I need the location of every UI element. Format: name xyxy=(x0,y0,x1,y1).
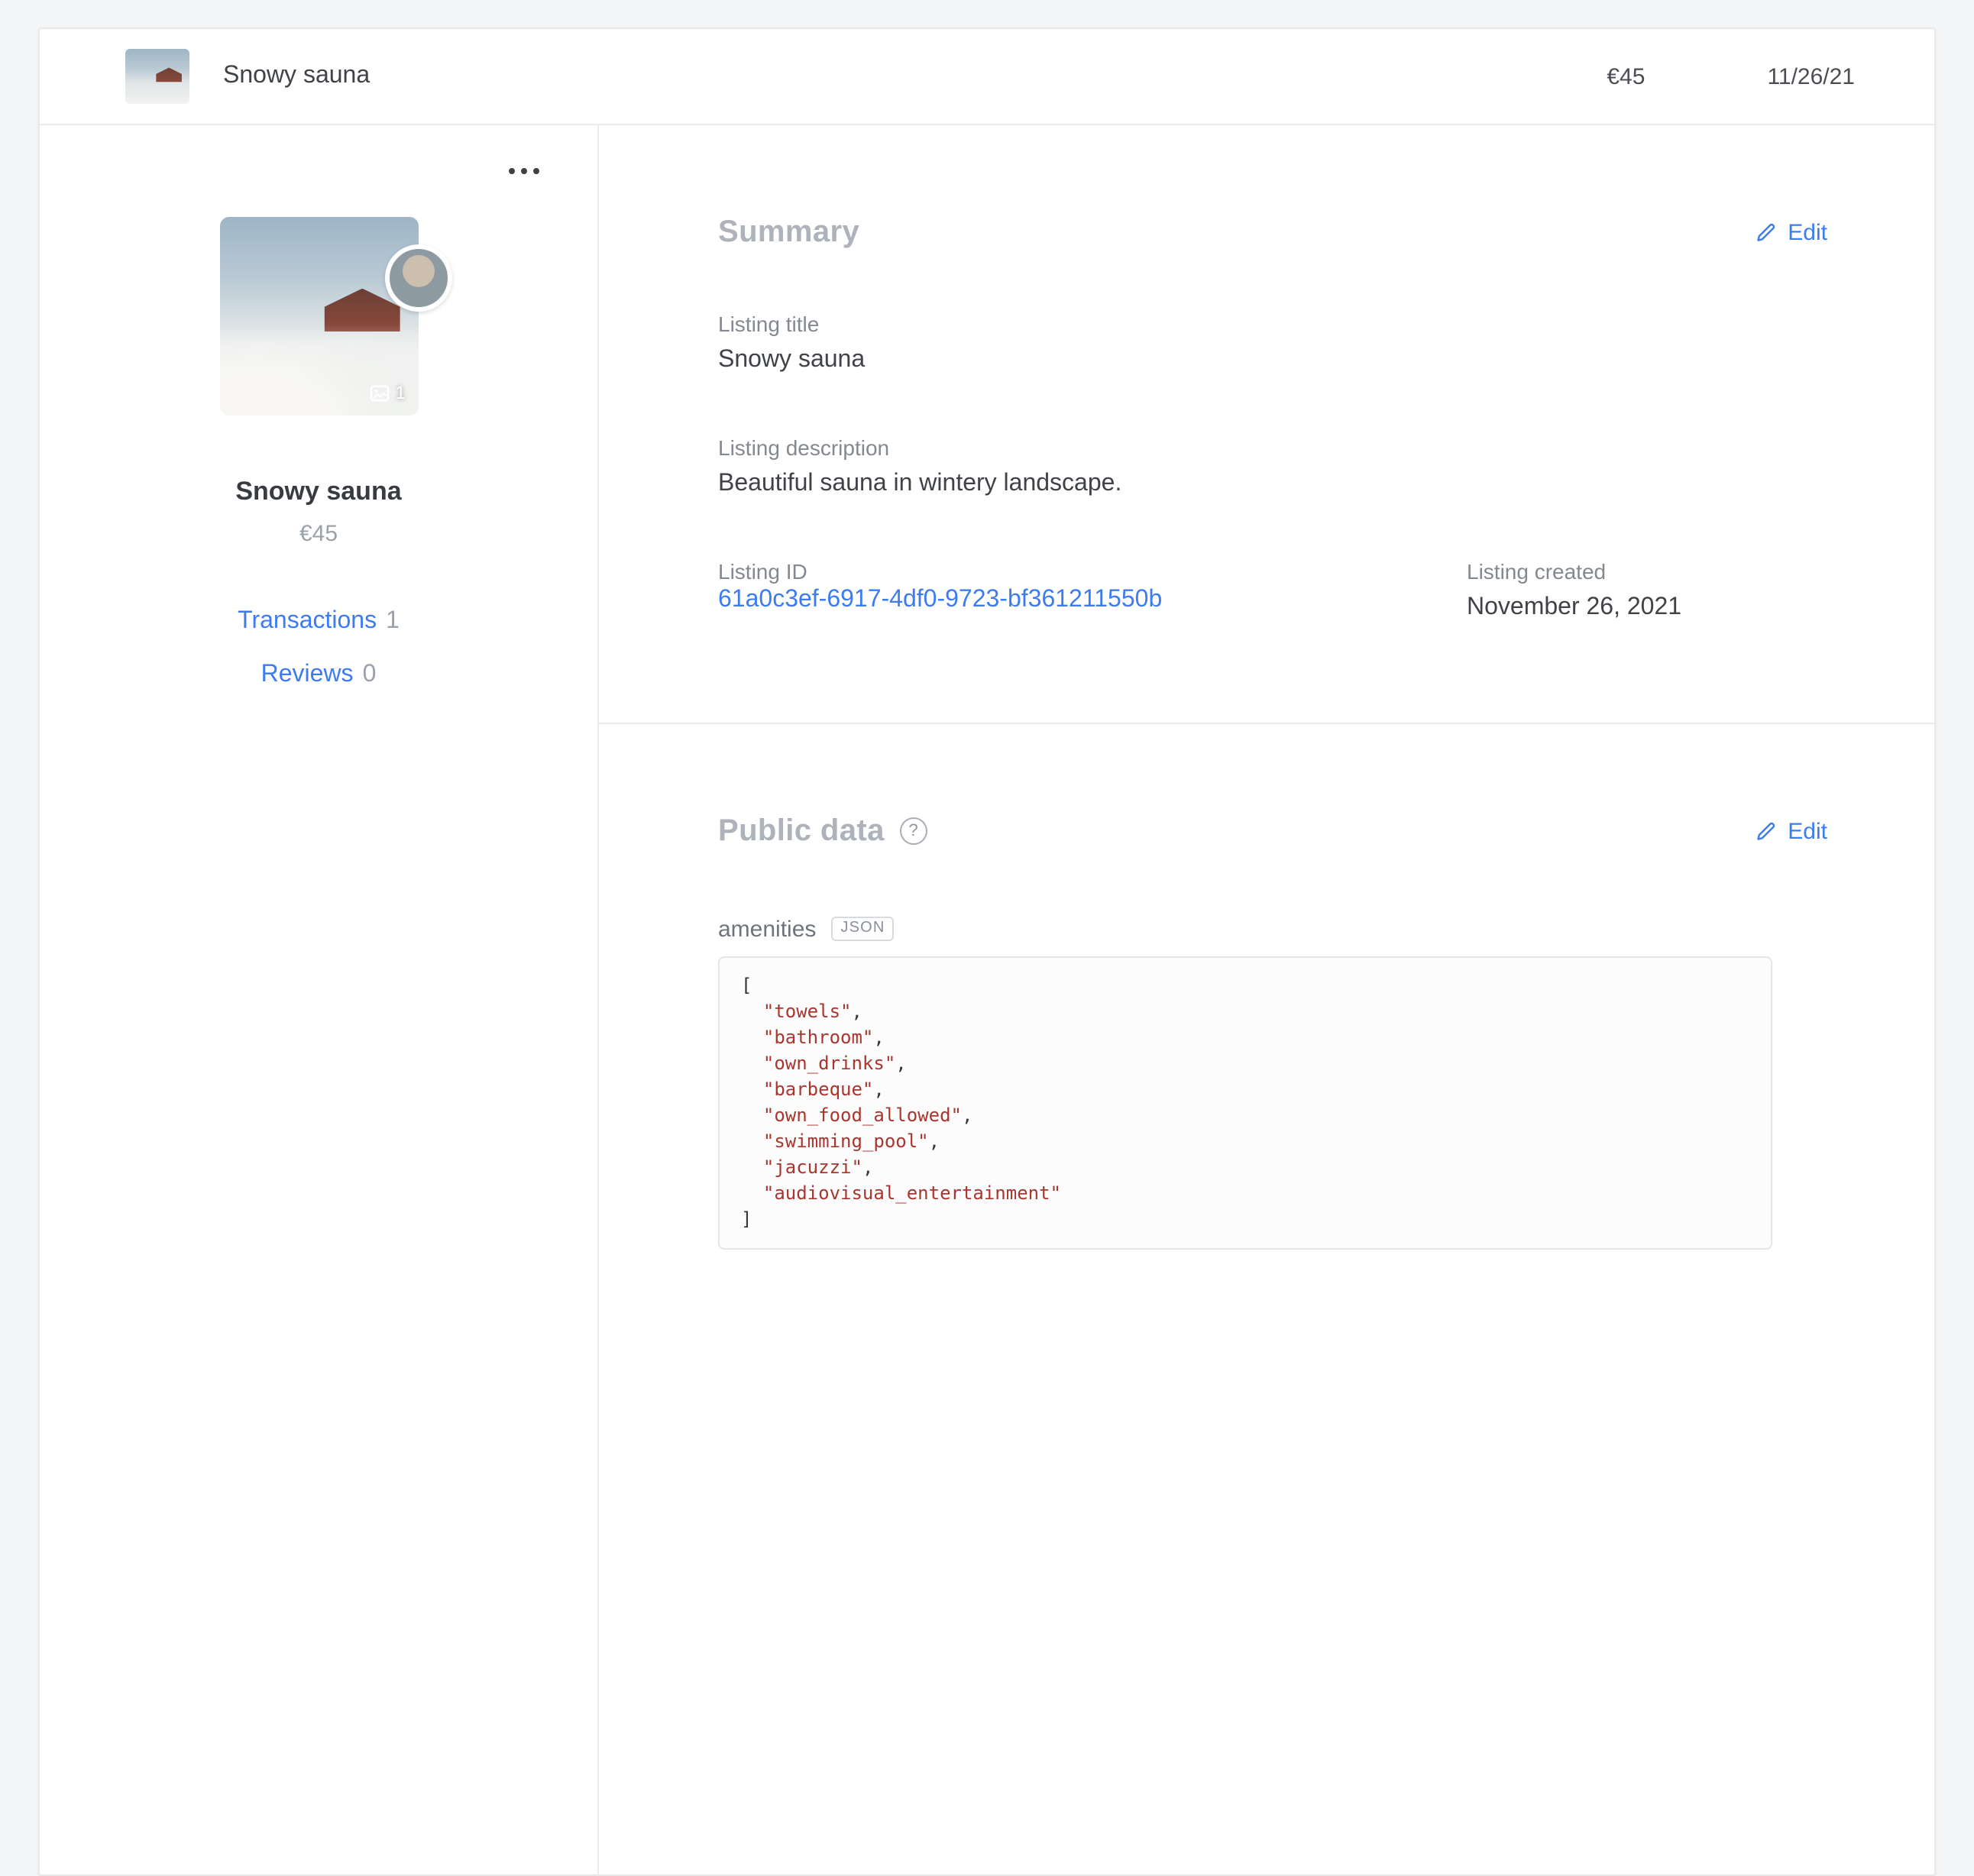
json-array-item: "own_food_allowed", xyxy=(762,1105,973,1126)
listing-detail-card: Snowy sauna €45 11/26/21 1 Snowy sauna €… xyxy=(38,27,1936,1876)
listing-header-price: €45 xyxy=(1607,63,1646,89)
sidebar-link-count: 0 xyxy=(362,661,377,687)
listing-photo-wrap: 1 xyxy=(95,217,542,416)
listing-sidebar: 1 Snowy sauna €45 Transactions 1 Reviews 0 xyxy=(40,125,599,1874)
photo-icon xyxy=(370,384,389,401)
public-data-section-head: Public data ? Edit xyxy=(718,810,1827,852)
listing-created-field: Listing created November 26, 2021 xyxy=(1467,559,1827,625)
json-array-item: "audiovisual_entertainment" xyxy=(762,1182,1062,1204)
sidebar-link[interactable]: Transactions xyxy=(238,608,377,634)
json-array-item: "towels", xyxy=(762,1001,862,1022)
card-body: 1 Snowy sauna €45 Transactions 1 Reviews 0 xyxy=(40,125,1934,1874)
sidebar-link[interactable]: Reviews xyxy=(261,661,354,687)
sidebar-link-count: 1 xyxy=(386,608,400,634)
listing-description-field: Listing description Beautiful sauna in w… xyxy=(718,435,1827,501)
public-data-edit-label: Edit xyxy=(1788,818,1827,844)
summary-edit-button[interactable]: Edit xyxy=(1756,219,1827,245)
public-data-title: Public data ? xyxy=(718,810,927,852)
page: Snowy sauna €45 11/26/21 1 Snowy sauna €… xyxy=(0,0,1974,1876)
json-array-item: "barbeque", xyxy=(762,1079,885,1100)
pencil-icon xyxy=(1757,223,1775,241)
listing-header-row: Snowy sauna €45 11/26/21 xyxy=(40,29,1934,125)
listing-title-field: Listing title Snowy sauna xyxy=(718,312,1827,377)
dot-icon xyxy=(509,168,515,174)
listing-header-title: Snowy sauna xyxy=(223,63,371,89)
sidebar-link-row: Reviews 0 xyxy=(95,661,542,689)
summary-section: Summary Edit Listing title Snowy sauna L… xyxy=(599,125,1934,723)
summary-title: Summary xyxy=(718,215,860,249)
listing-id-field: Listing ID 61a0c3ef-6917-4df0-9723-bf361… xyxy=(718,559,1467,625)
pencil-icon xyxy=(1757,822,1775,840)
listing-title-value: Snowy sauna xyxy=(718,347,866,373)
image-count-badge: 1 xyxy=(370,382,406,403)
summary-edit-label: Edit xyxy=(1788,219,1827,245)
json-bracket-open: [ xyxy=(741,975,752,996)
listing-description-value: Beautiful sauna in wintery landscape. xyxy=(718,471,1122,496)
listing-header-date: 11/26/21 xyxy=(1767,63,1855,89)
sidebar-links: Transactions 1 Reviews 0 xyxy=(95,608,542,689)
sidebar-link-row: Transactions 1 xyxy=(95,608,542,636)
listing-photo[interactable]: 1 xyxy=(219,217,451,416)
listing-main: Summary Edit Listing title Snowy sauna L… xyxy=(599,125,1934,1874)
listing-description-label: Listing description xyxy=(718,435,890,460)
sidebar-listing-name: Snowy sauna xyxy=(235,477,402,506)
listing-created-value: November 26, 2021 xyxy=(1467,594,1682,620)
json-array-items: "towels", "bathroom", "own_drinks", "bar… xyxy=(741,999,1749,1207)
image-count: 1 xyxy=(395,382,406,403)
listing-id-label: Listing ID xyxy=(718,559,807,584)
json-array-item: "jacuzzi", xyxy=(762,1156,874,1178)
listing-title-label: Listing title xyxy=(718,312,820,336)
listing-thumbnail xyxy=(125,49,189,104)
help-icon[interactable]: ? xyxy=(899,817,927,845)
dot-icon xyxy=(521,168,527,174)
author-avatar[interactable] xyxy=(384,244,451,312)
sidebar-listing-price: €45 xyxy=(299,521,338,547)
amenities-field-header: amenities JSON xyxy=(718,914,1827,944)
json-array-item: "bathroom", xyxy=(762,1027,885,1048)
amenities-json-block: [ "towels", "bathroom", "own_drinks", "b… xyxy=(718,956,1772,1250)
listing-id-link[interactable]: 61a0c3ef-6917-4df0-9723-bf361211550b xyxy=(718,587,1162,613)
json-array-item: "own_drinks", xyxy=(762,1053,907,1074)
summary-section-head: Summary Edit xyxy=(718,211,1827,254)
public-data-title-text: Public data xyxy=(718,814,885,848)
public-data-edit-button[interactable]: Edit xyxy=(1756,818,1827,844)
json-array-item: "swimming_pool", xyxy=(762,1130,940,1152)
json-type-badge: JSON xyxy=(831,917,895,941)
amenities-label: amenities xyxy=(718,916,817,942)
more-options-button[interactable] xyxy=(95,165,542,177)
public-data-section: Public data ? Edit amenities JSON ["tow… xyxy=(599,724,1934,1311)
listing-created-label: Listing created xyxy=(1467,559,1607,584)
listing-meta-row: Listing ID 61a0c3ef-6917-4df0-9723-bf361… xyxy=(718,501,1827,625)
dot-icon xyxy=(533,168,539,174)
json-bracket-close: ] xyxy=(741,1208,752,1230)
